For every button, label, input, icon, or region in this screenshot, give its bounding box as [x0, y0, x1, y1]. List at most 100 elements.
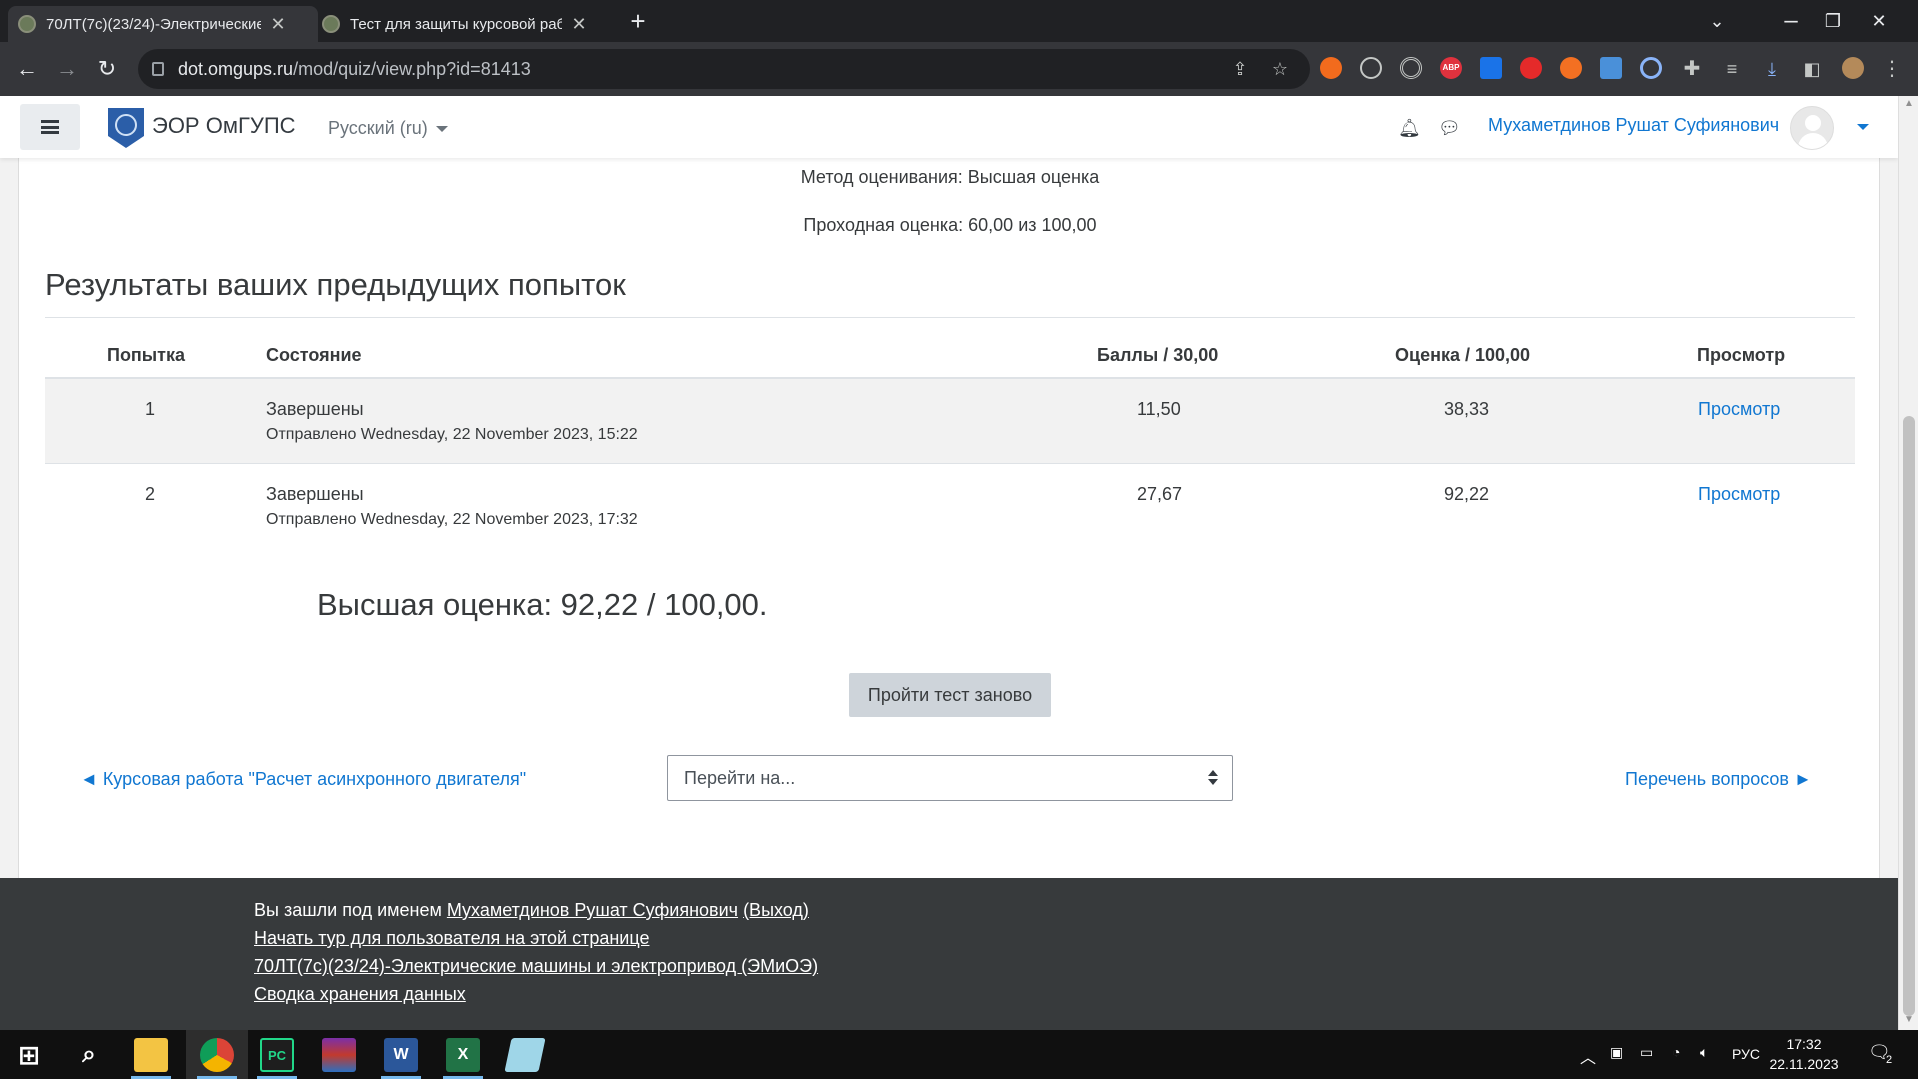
- chrome-menu-icon[interactable]: ⋮: [1880, 57, 1904, 81]
- page-footer: Вы зашли под именем Мухаметдинов Рушат С…: [0, 878, 1898, 1030]
- address-bar[interactable]: dot.omgups.ru/mod/quiz/view.php?id=81413…: [138, 49, 1310, 89]
- notifications-bell-icon[interactable]: 🔔︎: [1398, 118, 1421, 138]
- close-tab-icon[interactable]: ✕: [269, 14, 287, 35]
- extension-atom-icon[interactable]: [1360, 57, 1382, 79]
- notes-app-icon[interactable]: [504, 1038, 546, 1072]
- user-menu-name[interactable]: Мухаметдинов Рушат Суфиянович: [1488, 115, 1779, 136]
- university-logo[interactable]: [108, 108, 144, 148]
- input-language[interactable]: РУС: [1732, 1046, 1760, 1062]
- next-activity-link[interactable]: Перечень вопросов ►: [1625, 769, 1812, 790]
- site-name[interactable]: ЭОР ОмГУПС: [152, 113, 296, 139]
- battery-icon[interactable]: ▭: [1640, 1044, 1653, 1061]
- course-link[interactable]: 70ЛТ(7с)(23/24)-Электрические машины и э…: [254, 956, 818, 977]
- scroll-down-icon[interactable]: ▼: [1903, 1014, 1915, 1026]
- winrar-app-icon[interactable]: [322, 1038, 356, 1072]
- passing-grade: Проходная оценка: 60,00 из 100,00: [803, 215, 1097, 235]
- scroll-thumb[interactable]: [1903, 416, 1915, 1016]
- window-close-button[interactable]: ✕: [1856, 0, 1902, 42]
- logged-in-info: Вы зашли под именем Мухаметдинов Рушат С…: [254, 900, 809, 920]
- user-avatar[interactable]: [1790, 106, 1834, 150]
- meet-now-icon[interactable]: ▣: [1610, 1044, 1623, 1061]
- extension-pen-icon[interactable]: [1480, 57, 1502, 79]
- grading-method: Метод оценивания: Высшая оценка: [800, 167, 1100, 187]
- review-attempt-link[interactable]: Просмотр: [1698, 399, 1780, 420]
- extension-circle-icon[interactable]: [1640, 57, 1662, 79]
- volume-icon[interactable]: 🔈︎: [1700, 1044, 1708, 1061]
- side-panel-icon[interactable]: ◧: [1800, 57, 1824, 81]
- close-tab-icon[interactable]: ✕: [570, 14, 588, 35]
- windows-start-icon[interactable]: ⊞: [12, 1038, 46, 1072]
- excel-app-icon[interactable]: X: [446, 1038, 480, 1072]
- site-favicon-icon: [18, 15, 36, 33]
- column-header-marks: Баллы / 30,00: [1097, 345, 1219, 365]
- attempt-marks: 11,50: [1137, 399, 1181, 419]
- select-arrows-icon: [1208, 770, 1218, 786]
- chrome-app-icon[interactable]: [200, 1038, 234, 1072]
- column-header-grade: Оценка / 100,00: [1395, 345, 1531, 365]
- review-attempt-link[interactable]: Просмотр: [1698, 484, 1780, 505]
- best-grade: Высшая оценка: 92,22 / 100,00.: [317, 587, 768, 622]
- download-icon[interactable]: ⤓: [1760, 57, 1784, 81]
- restore-button[interactable]: ❐: [1810, 0, 1856, 42]
- column-header-review: Просмотр: [1697, 345, 1786, 365]
- extension-fire-icon[interactable]: [1320, 57, 1342, 79]
- new-tab-button[interactable]: +: [624, 8, 652, 36]
- search-icon[interactable]: ⌕: [72, 1038, 106, 1072]
- menu-toggle-button[interactable]: [20, 104, 80, 150]
- browser-tab-bar: 70ЛТ(7с)(23/24)-Электрические машины ✕ Т…: [0, 0, 1918, 42]
- browser-tab-course[interactable]: 70ЛТ(7с)(23/24)-Электрические машины ✕: [8, 6, 318, 42]
- attempt-number: 2: [145, 484, 156, 504]
- extension-hand-icon[interactable]: [1520, 57, 1542, 79]
- attempt-number: 1: [145, 399, 156, 419]
- table-row: 1 Завершены Отправлено Wednesday, 22 Nov…: [45, 379, 1855, 463]
- system-clock[interactable]: 17:32 22.11.2023: [1764, 1034, 1844, 1074]
- adblock-icon[interactable]: ABP: [1440, 57, 1462, 79]
- previous-activity-link[interactable]: ◄ Курсовая работа "Расчет асинхронного д…: [80, 769, 526, 790]
- page-viewport: ЭОР ОмГУПС Русский (ru) 🔔︎ 💬︎ Мухаметдин…: [0, 96, 1898, 1030]
- share-icon[interactable]: ⇪: [1228, 57, 1252, 81]
- attempt-state: Завершены: [266, 399, 364, 419]
- notification-count: 2: [1886, 1054, 1893, 1066]
- browser-tab-quiz[interactable]: Тест для защиты курсовой работы ✕: [312, 6, 614, 42]
- word-app-icon[interactable]: W: [384, 1038, 418, 1072]
- user-tour-link[interactable]: Начать тур для пользователя на этой стра…: [254, 928, 649, 949]
- language-menu[interactable]: Русский (ru): [328, 118, 448, 139]
- forward-button[interactable]: →: [50, 52, 84, 86]
- lock-icon: [152, 62, 164, 76]
- browser-toolbar: ← → ↻ dot.omgups.ru/mod/quiz/view.php?id…: [0, 42, 1918, 96]
- column-header-attempt: Попытка: [107, 345, 186, 365]
- attempt-state: Завершены: [266, 484, 364, 504]
- tab-search-icon[interactable]: ⌄: [1694, 0, 1740, 42]
- column-header-state: Состояние: [266, 345, 362, 365]
- extensions-puzzle-icon[interactable]: ✚: [1680, 57, 1704, 81]
- table-row: 2 Завершены Отправлено Wednesday, 22 Nov…: [45, 464, 1855, 548]
- tab-title: Тест для защиты курсовой работы: [350, 15, 562, 33]
- tab-title: 70ЛТ(7с)(23/24)-Электрические машины: [46, 15, 261, 33]
- wifi-icon[interactable]: ◔: [1672, 1044, 1680, 1060]
- windows-taskbar: ⊞ ⌕ PC W X ︿ ▣ ▭ ◔ 🔈︎ РУС 17:32 22.11.20…: [0, 1030, 1918, 1079]
- media-queue-icon[interactable]: ≡: [1720, 57, 1744, 81]
- pycharm-app-icon[interactable]: PC: [260, 1038, 294, 1072]
- logout-link[interactable]: (Выход): [743, 900, 809, 920]
- user-menu-caret-icon[interactable]: [1857, 124, 1869, 130]
- extension-target-icon[interactable]: [1400, 57, 1422, 79]
- results-heading: Результаты ваших предыдущих попыток: [45, 267, 626, 302]
- file-explorer-icon[interactable]: [134, 1038, 168, 1072]
- profile-avatar-icon[interactable]: [1842, 57, 1864, 79]
- data-retention-link[interactable]: Сводка хранения данных: [254, 984, 466, 1005]
- tray-expand-icon[interactable]: ︿: [1580, 1044, 1596, 1068]
- site-favicon-icon: [322, 15, 340, 33]
- footer-user-link[interactable]: Мухаметдинов Рушат Суфиянович: [447, 900, 738, 920]
- bookmark-star-icon[interactable]: ☆: [1268, 57, 1292, 81]
- retake-quiz-button[interactable]: Пройти тест заново: [849, 673, 1051, 717]
- extension-window-icon[interactable]: [1600, 57, 1622, 79]
- extension-cookie-icon[interactable]: [1560, 57, 1582, 79]
- screen: 70ЛТ(7с)(23/24)-Электрические машины ✕ Т…: [0, 0, 1918, 1079]
- back-button[interactable]: ←: [10, 52, 44, 86]
- minimize-button[interactable]: –: [1768, 0, 1814, 42]
- scroll-up-icon[interactable]: ▲: [1903, 98, 1915, 110]
- page-scrollbar[interactable]: ▲ ▼: [1898, 96, 1918, 1030]
- messages-chat-icon[interactable]: 💬︎: [1438, 118, 1461, 138]
- reload-button[interactable]: ↻: [90, 52, 124, 86]
- jump-to-select[interactable]: Перейти на...: [667, 755, 1233, 801]
